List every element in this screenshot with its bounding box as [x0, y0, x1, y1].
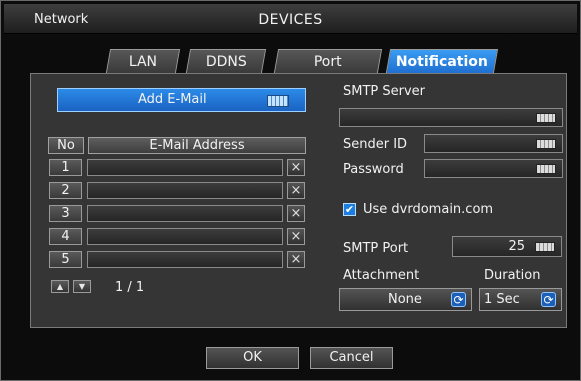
use-dvrdomain-checkbox[interactable]: ✔	[343, 203, 356, 216]
row-number: 3	[49, 205, 82, 222]
title-bar: Network DEVICES	[4, 4, 577, 34]
use-dvrdomain-label: Use dvrdomain.com	[363, 202, 494, 217]
refresh-icon: ⟳	[541, 292, 556, 307]
attachment-label: Attachment	[343, 268, 420, 283]
password-field[interactable]	[424, 159, 563, 178]
keyboard-icon	[536, 113, 556, 123]
smtp-port-field[interactable]: 25	[452, 236, 562, 257]
row-number: 2	[49, 182, 82, 199]
refresh-icon: ⟳	[451, 292, 466, 307]
email-address-field[interactable]	[87, 251, 283, 268]
attachment-select[interactable]: None ⟳	[339, 288, 472, 311]
arrow-up-icon[interactable]: ▲	[51, 280, 69, 293]
row-number: 5	[49, 251, 82, 268]
keyboard-icon	[536, 139, 556, 149]
cancel-button[interactable]: Cancel	[310, 347, 393, 369]
keyboard-icon	[535, 242, 555, 252]
column-header-email-address: E-Mail Address	[88, 137, 306, 154]
window-title: DEVICES	[258, 12, 323, 28]
email-address-field[interactable]	[87, 205, 283, 222]
smtp-port-label: SMTP Port	[343, 241, 409, 256]
smtp-server-field[interactable]	[339, 108, 563, 127]
tab-label: DDNS	[205, 54, 247, 70]
close-icon[interactable]: ×	[287, 205, 305, 222]
page-indicator: 1 / 1	[115, 280, 145, 295]
sender-id-label: Sender ID	[343, 137, 408, 152]
email-address-field[interactable]	[87, 159, 283, 176]
close-icon[interactable]: ×	[287, 182, 305, 199]
duration-value: 1 Sec	[484, 292, 520, 307]
column-header-no: No	[48, 137, 84, 154]
tab-port[interactable]: Port	[273, 49, 383, 73]
row-number: 1	[49, 159, 82, 176]
checkmark-icon: ✔	[344, 203, 355, 216]
ok-button[interactable]: OK	[206, 347, 299, 369]
sender-id-field[interactable]	[424, 134, 563, 153]
smtp-server-label: SMTP Server	[343, 84, 426, 99]
tab-notification[interactable]: Notification	[385, 49, 499, 73]
password-label: Password	[343, 162, 404, 177]
smtp-port-value: 25	[508, 239, 525, 254]
add-email-button[interactable]: Add E-Mail	[57, 88, 306, 112]
tab-label: Port	[313, 54, 342, 70]
close-icon[interactable]: ×	[287, 228, 305, 245]
attachment-value: None	[388, 292, 422, 307]
tab-label: Notification	[395, 54, 488, 70]
tab-label: LAN	[128, 54, 157, 70]
email-address-field[interactable]	[87, 182, 283, 199]
email-address-field[interactable]	[87, 228, 283, 245]
tab-lan[interactable]: LAN	[105, 49, 181, 73]
keyboard-icon	[267, 95, 289, 107]
row-number: 4	[49, 228, 82, 245]
duration-select[interactable]: 1 Sec ⟳	[479, 288, 562, 311]
close-icon[interactable]: ×	[287, 251, 305, 268]
keyboard-icon	[536, 164, 556, 174]
arrow-down-icon[interactable]: ▼	[73, 280, 91, 293]
duration-label: Duration	[484, 268, 541, 283]
add-email-label: Add E-Mail	[138, 92, 207, 107]
tab-ddns[interactable]: DDNS	[185, 49, 267, 73]
close-icon[interactable]: ×	[287, 159, 305, 176]
